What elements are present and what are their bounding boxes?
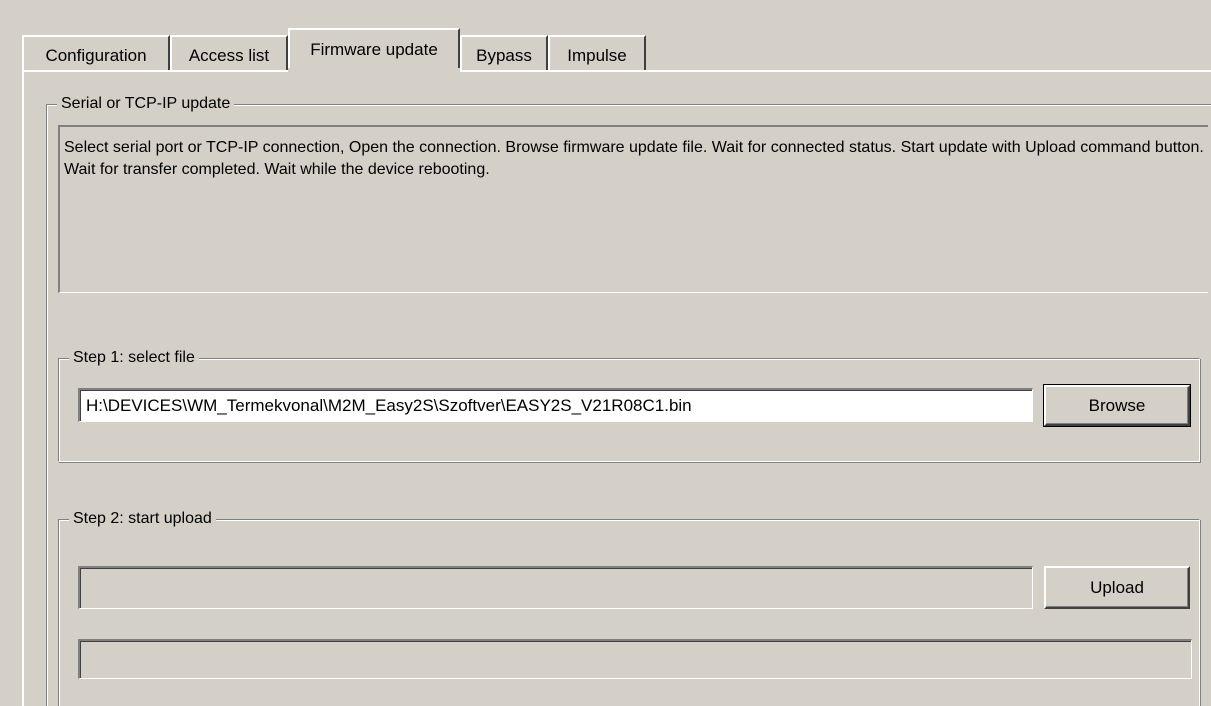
- step2-title: Step 2: start upload: [69, 508, 216, 530]
- serial-tcpip-update-title: Serial or TCP-IP update: [57, 93, 235, 115]
- file-path-field[interactable]: [78, 388, 1033, 422]
- firmware-update-window: Configuration Access list Firmware updat…: [0, 0, 1211, 706]
- tab-bypass[interactable]: Bypass: [460, 35, 548, 72]
- active-tab-joint: [288, 68, 460, 74]
- browse-button[interactable]: Browse: [1043, 384, 1191, 427]
- tab-configuration[interactable]: Configuration: [22, 35, 170, 72]
- tab-access-list[interactable]: Access list: [170, 35, 288, 72]
- upload-progress-bar: [78, 639, 1192, 679]
- tab-firmware-update[interactable]: Firmware update: [288, 28, 460, 72]
- tab-impulse[interactable]: Impulse: [548, 35, 646, 72]
- upload-status-field: [78, 566, 1033, 609]
- upload-button[interactable]: Upload: [1044, 566, 1190, 609]
- step1-title: Step 1: select file: [69, 347, 199, 369]
- instructions-text: Select serial port or TCP-IP connection,…: [58, 125, 1208, 293]
